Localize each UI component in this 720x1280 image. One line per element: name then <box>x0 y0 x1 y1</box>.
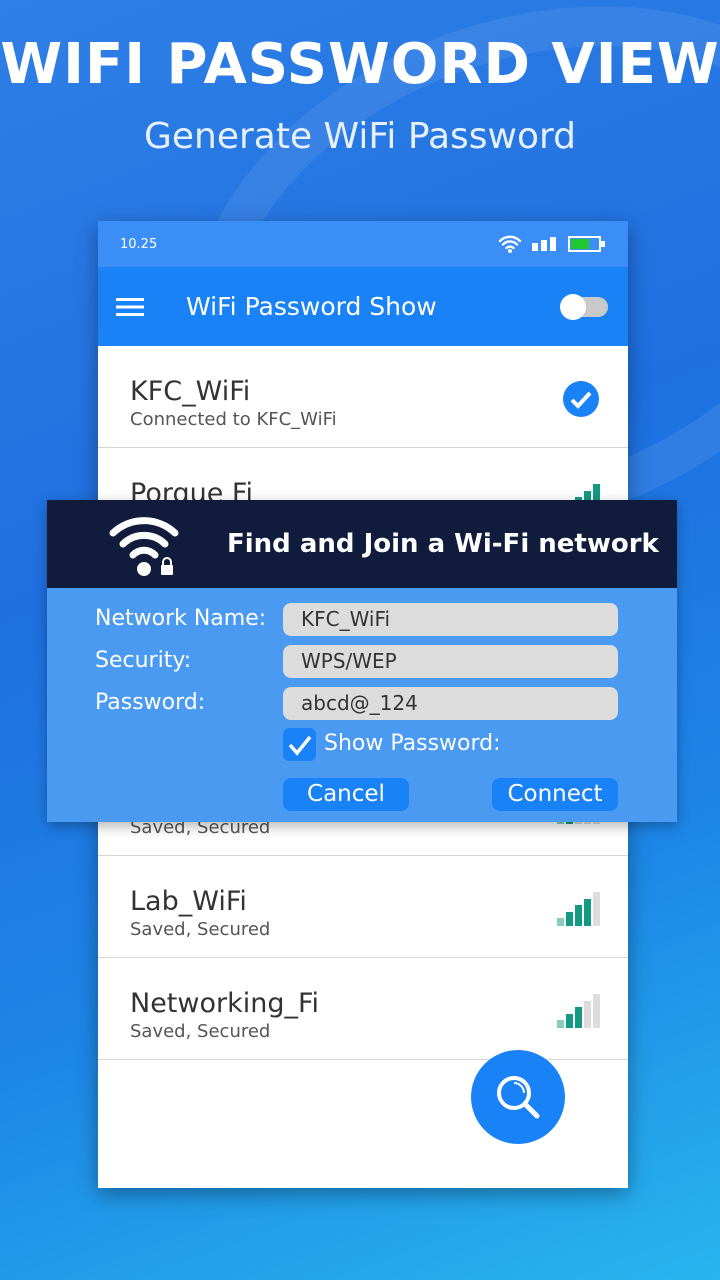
cellular-signal-icon <box>532 237 556 251</box>
password-show-toggle[interactable] <box>560 293 608 320</box>
signal-bar <box>557 1020 564 1028</box>
app-title: WiFi Password Show <box>186 292 437 321</box>
signal-bar <box>566 1013 573 1028</box>
network-status: Saved, Secured <box>130 1021 271 1042</box>
network-name: KFC_WiFi <box>130 376 251 407</box>
signal-bar <box>575 905 582 926</box>
signal-bar <box>575 1007 582 1028</box>
network-name-field[interactable]: KFC_WiFi <box>283 603 618 636</box>
dialog-title: Find and Join a Wi-Fi network <box>227 529 659 559</box>
signal-bar <box>593 892 600 926</box>
signal-strength-icon <box>557 994 600 1028</box>
app-bar: WiFi Password Show <box>98 267 628 346</box>
cancel-button[interactable]: Cancel <box>283 778 409 811</box>
security-field[interactable]: WPS/WEP <box>283 645 618 678</box>
show-password-checkbox[interactable] <box>283 728 316 761</box>
password-field[interactable]: abcd@_124 <box>283 687 618 720</box>
wifi-status-icon <box>498 235 522 253</box>
network-status: Saved, Secured <box>130 919 271 940</box>
password-label: Password: <box>95 690 206 715</box>
battery-icon <box>568 236 605 252</box>
network-row[interactable]: KFC_WiFi Connected to KFC_WiFi <box>98 346 628 448</box>
signal-bar <box>584 1000 591 1028</box>
connect-button[interactable]: Connect <box>492 778 618 811</box>
network-name-label: Network Name: <box>95 606 267 631</box>
signal-strength-icon <box>557 892 600 926</box>
network-row[interactable]: Networking_Fi Saved, Secured <box>98 958 628 1060</box>
network-name: Networking_Fi <box>130 988 320 1019</box>
signal-bar <box>566 911 573 926</box>
show-password-label: Show Password: <box>324 731 501 756</box>
network-status: Connected to KFC_WiFi <box>130 409 337 430</box>
search-icon <box>497 1076 540 1119</box>
promo-headline: WIFI PASSWORD VIEW <box>0 32 720 97</box>
signal-bar <box>593 994 600 1028</box>
signal-bar <box>557 918 564 926</box>
status-bar: 10.25 <box>98 221 628 267</box>
join-network-dialog: Find and Join a Wi-Fi network Network Na… <box>47 500 677 822</box>
menu-icon[interactable] <box>116 297 144 317</box>
signal-bar <box>584 898 591 926</box>
status-time: 10.25 <box>120 236 158 252</box>
wifi-lock-icon <box>109 517 179 576</box>
checkmark-icon <box>288 735 312 756</box>
connected-check-icon <box>562 380 600 422</box>
network-name: Lab_WiFi <box>130 886 247 917</box>
security-label: Security: <box>95 648 192 673</box>
network-row[interactable]: Lab_WiFi Saved, Secured <box>98 856 628 958</box>
promo-subheadline: Generate WiFi Password <box>143 116 577 157</box>
search-button[interactable] <box>471 1050 565 1144</box>
